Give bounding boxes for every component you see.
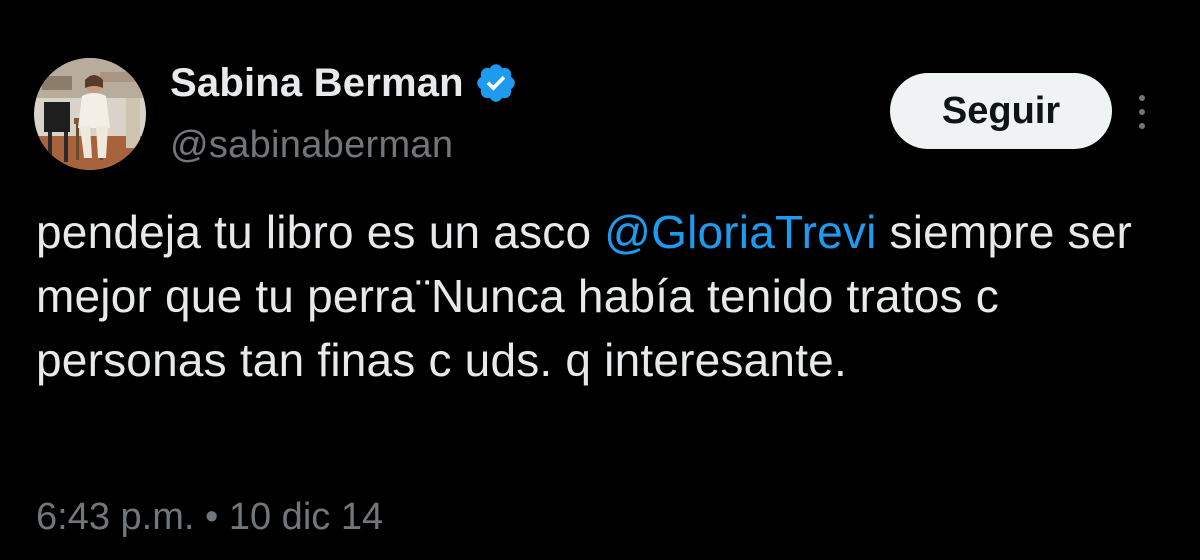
mention-link[interactable]: @GloriaTrevi: [604, 206, 876, 258]
meta-separator: •: [204, 496, 219, 538]
profile-photo-icon: [34, 58, 146, 170]
name-row: Sabina Berman: [170, 58, 518, 108]
avatar[interactable]: [34, 58, 146, 170]
tweet-time: 6:43 p.m.: [36, 496, 195, 538]
display-name[interactable]: Sabina Berman: [170, 61, 464, 106]
follow-button[interactable]: Seguir: [890, 73, 1112, 149]
verified-badge-icon: [477, 64, 515, 102]
vertical-ellipsis-icon[interactable]: [1130, 88, 1154, 136]
tweet-text: pendeja tu libro es un asco @GloriaTrevi…: [36, 200, 1166, 392]
tweet-text-part: pendeja tu libro es un asco: [36, 206, 605, 258]
user-handle[interactable]: @sabinaberman: [170, 124, 453, 167]
tweet-timestamp[interactable]: 6:43 p.m. • 10 dic 14: [36, 496, 383, 539]
tweet-date: 10 dic 14: [228, 496, 384, 538]
tweet-card: Sabina Berman @sabinaberman Seguir pende…: [0, 0, 1200, 560]
